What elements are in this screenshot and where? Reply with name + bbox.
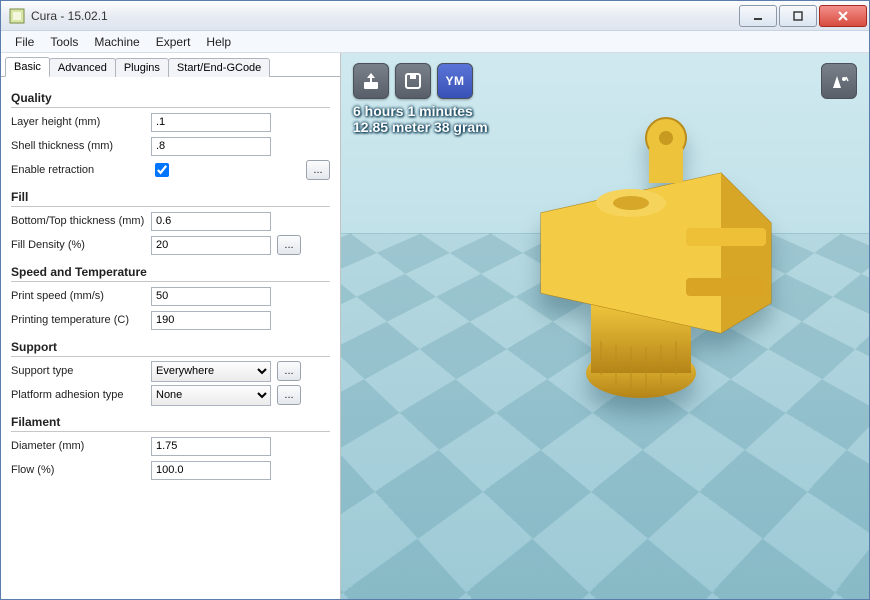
shell-thickness-input[interactable]: [151, 137, 271, 156]
print-temp-input[interactable]: [151, 311, 271, 330]
fill-settings-button[interactable]: ...: [277, 235, 301, 255]
maximize-button[interactable]: [779, 5, 817, 27]
retraction-label: Enable retraction: [11, 164, 151, 176]
support-type-label: Support type: [11, 365, 151, 377]
view-mode-icon: [828, 70, 850, 92]
diameter-label: Diameter (mm): [11, 440, 151, 452]
maximize-icon: [792, 10, 804, 22]
close-icon: [837, 10, 849, 22]
fill-density-label: Fill Density (%): [11, 239, 151, 251]
youmagine-button[interactable]: YM: [437, 63, 473, 99]
print-temp-label: Printing temperature (C): [11, 314, 151, 326]
print-speed-input[interactable]: [151, 287, 271, 306]
support-type-select[interactable]: Everywhere: [151, 361, 271, 382]
menu-help[interactable]: Help: [198, 33, 239, 51]
app-window: Cura - 15.02.1 File Tools Machine Expert…: [0, 0, 870, 600]
print-material-text: 12.85 meter 38 gram: [353, 119, 488, 135]
bottom-top-input[interactable]: [151, 212, 271, 231]
load-model-button[interactable]: [353, 63, 389, 99]
retraction-checkbox[interactable]: [155, 163, 169, 177]
support-settings-button[interactable]: ...: [277, 361, 301, 381]
tab-basic[interactable]: Basic: [5, 57, 50, 77]
app-icon: [9, 8, 25, 24]
close-button[interactable]: [819, 5, 867, 27]
view-mode-button[interactable]: [821, 63, 857, 99]
section-title-support: Support: [11, 340, 330, 357]
section-title-filament: Filament: [11, 415, 330, 432]
tab-strip: Basic Advanced Plugins Start/End-GCode: [1, 53, 340, 77]
print-time-text: 6 hours 1 minutes: [353, 103, 488, 119]
section-title-speed: Speed and Temperature: [11, 265, 330, 282]
load-model-icon: [360, 70, 382, 92]
youmagine-icon: YM: [446, 74, 465, 88]
viewport-toolbar: YM: [353, 63, 473, 99]
tab-gcode[interactable]: Start/End-GCode: [168, 58, 270, 77]
diameter-input[interactable]: [151, 437, 271, 456]
tab-plugins[interactable]: Plugins: [115, 58, 169, 77]
shell-thickness-label: Shell thickness (mm): [11, 140, 151, 152]
menu-tools[interactable]: Tools: [42, 33, 86, 51]
print-speed-label: Print speed (mm/s): [11, 290, 151, 302]
menu-expert[interactable]: Expert: [148, 33, 199, 51]
minimize-button[interactable]: [739, 5, 777, 27]
menu-machine[interactable]: Machine: [86, 33, 147, 51]
adhesion-settings-button[interactable]: ...: [277, 385, 301, 405]
bottom-top-label: Bottom/Top thickness (mm): [11, 215, 151, 227]
titlebar: Cura - 15.02.1: [1, 1, 869, 31]
print-stats: 6 hours 1 minutes 12.85 meter 38 gram: [353, 103, 488, 135]
model-viewport[interactable]: YM 6 hours 1 minutes 12.85 meter 38 gram: [341, 53, 869, 599]
section-title-quality: Quality: [11, 91, 330, 108]
adhesion-type-select[interactable]: None: [151, 385, 271, 406]
menu-file[interactable]: File: [7, 33, 42, 51]
flow-label: Flow (%): [11, 464, 151, 476]
flow-input[interactable]: [151, 461, 271, 480]
settings-panel: Basic Advanced Plugins Start/End-GCode Q…: [1, 53, 341, 599]
retraction-settings-button[interactable]: ...: [306, 160, 330, 180]
model-preview[interactable]: [471, 93, 791, 413]
window-title: Cura - 15.02.1: [31, 9, 737, 23]
layer-height-input[interactable]: [151, 113, 271, 132]
menubar: File Tools Machine Expert Help: [1, 31, 869, 53]
section-title-fill: Fill: [11, 190, 330, 207]
layer-height-label: Layer height (mm): [11, 116, 151, 128]
save-gcode-icon: [402, 70, 424, 92]
basic-panel: Quality Layer height (mm) Shell thicknes…: [1, 77, 340, 492]
adhesion-type-label: Platform adhesion type: [11, 389, 151, 401]
save-gcode-button[interactable]: [395, 63, 431, 99]
tab-advanced[interactable]: Advanced: [49, 58, 116, 77]
window-buttons: [737, 5, 867, 27]
fill-density-input[interactable]: [151, 236, 271, 255]
minimize-icon: [752, 10, 764, 22]
